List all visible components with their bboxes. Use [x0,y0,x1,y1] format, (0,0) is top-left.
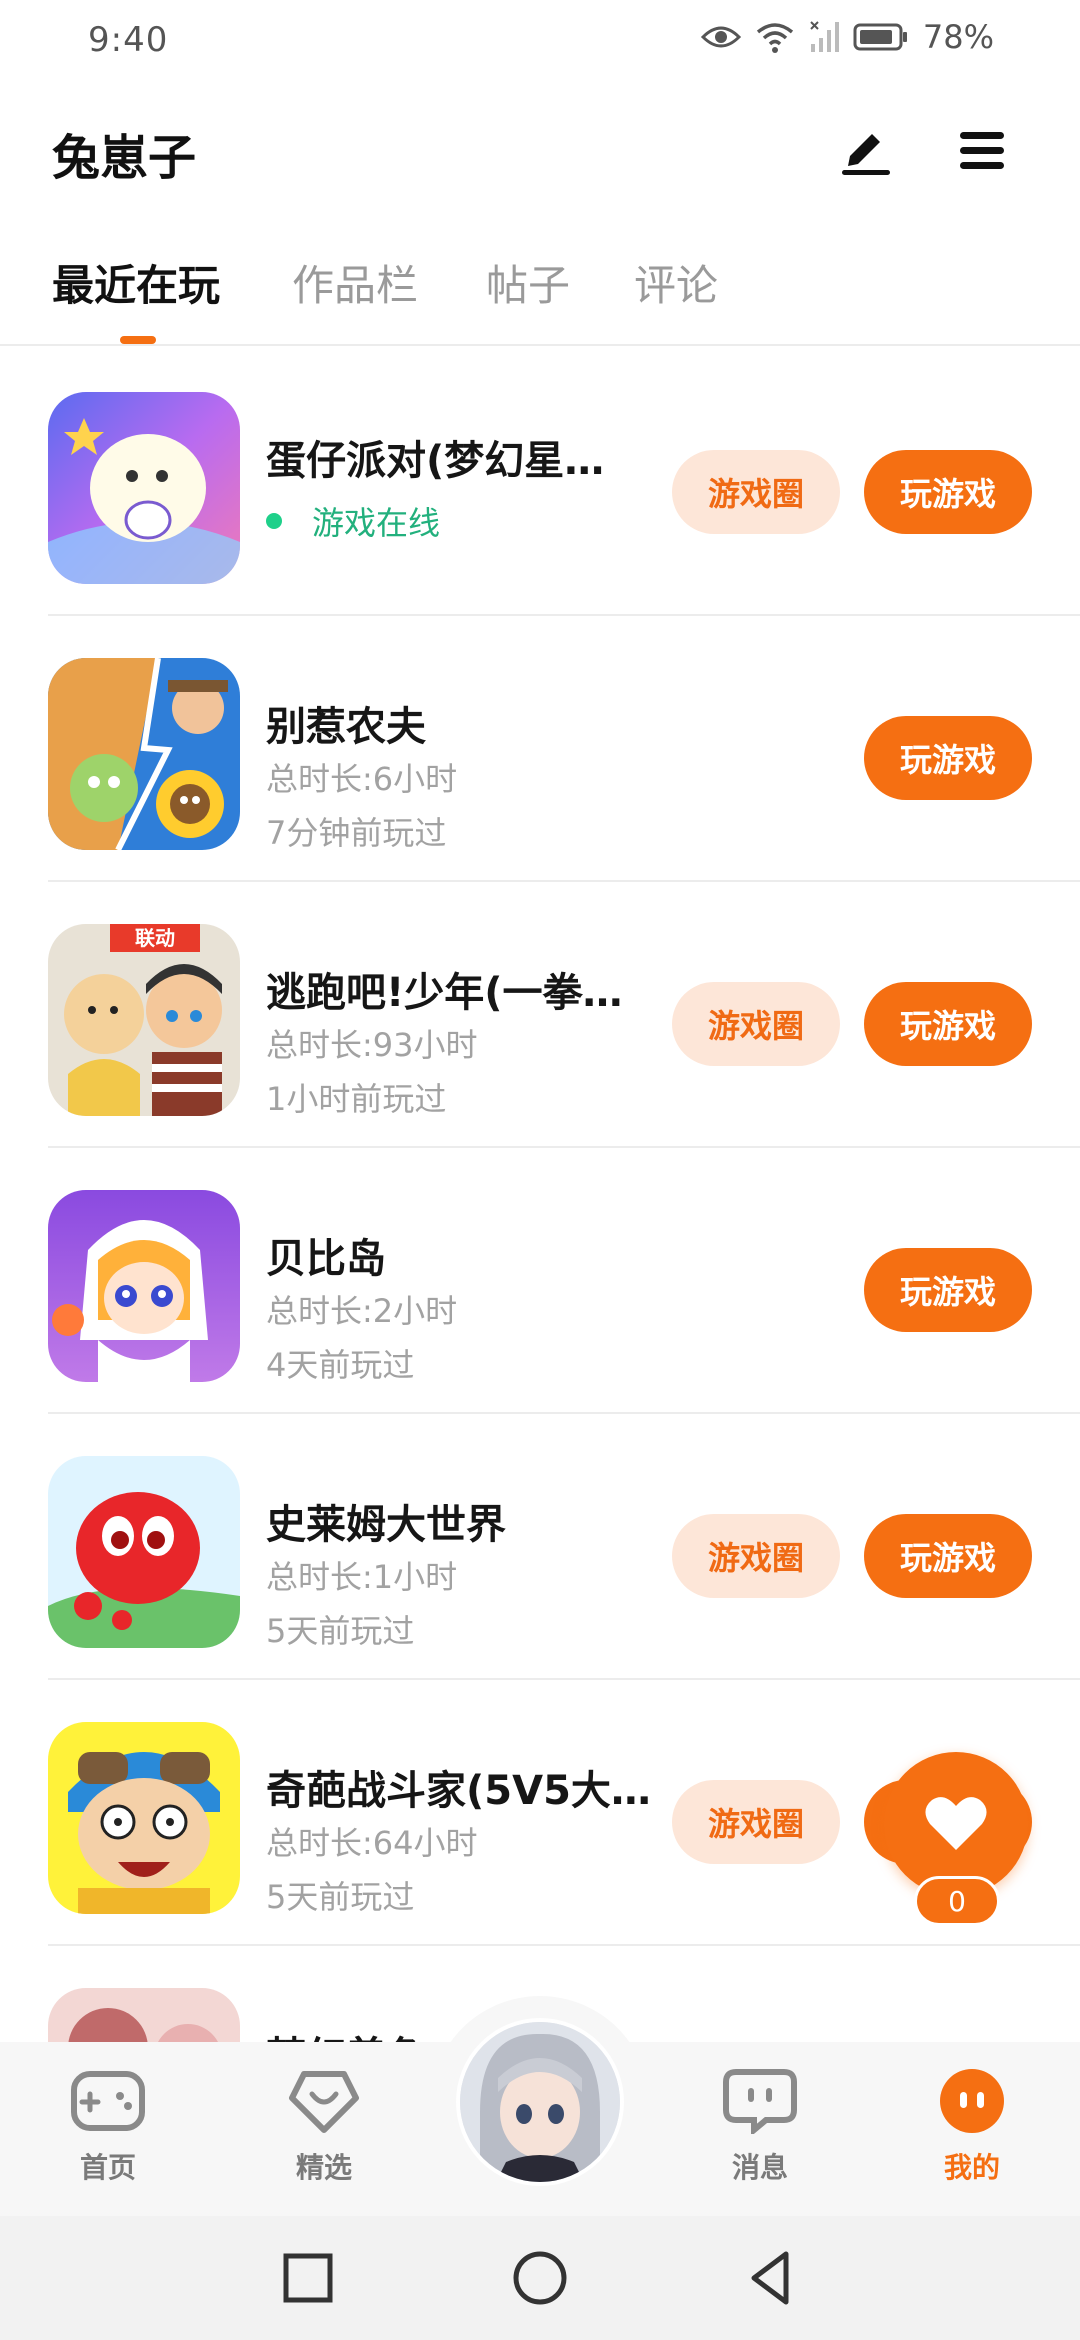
menu-icon[interactable] [952,120,1012,180]
recent-games-list: 蛋仔派对(梦幻星… 游戏在线 游戏圈 玩游戏 别惹农夫 总时长:6小时 7分钟前… [0,350,1080,2212]
eye-icon [700,26,741,48]
pen-icon[interactable] [836,118,896,178]
game-circle-button[interactable]: 游戏圈 [672,1780,840,1864]
wifi-icon [756,23,793,53]
game-icon-run-boy: 联动 [48,924,240,1116]
game-circle-button[interactable]: 游戏圈 [672,1514,840,1598]
online-status: 游戏在线 [266,498,440,544]
battery-percent: 78% [922,18,994,56]
game-icon-baby-island [48,1190,240,1382]
list-item[interactable]: 蛋仔派对(梦幻星… 游戏在线 游戏圈 玩游戏 [48,350,1080,616]
last-played: 1小时前玩过 [266,1080,447,1118]
tab-active-indicator [120,336,156,344]
like-count-badge: 0 [914,1876,1000,1926]
game-icon-slime-world [48,1456,240,1648]
page-title: 兔崽子 [52,130,197,186]
nav-home[interactable]: 首页 [38,2068,178,2186]
tab-posts[interactable]: 帖子 [486,252,570,313]
play-game-button[interactable]: 玩游戏 [864,1514,1032,1598]
last-played: 4天前玩过 [266,1346,415,1384]
game-name: 蛋仔派对(梦幻星… [266,438,605,484]
tab-recent[interactable]: 最近在玩 [52,252,220,313]
status-icons: 78% [700,18,994,56]
collab-badge-text: 联动 [135,926,175,950]
total-playtime: 总时长:1小时 [266,1558,458,1596]
nav-featured[interactable]: 精选 [254,2068,394,2186]
nav-label: 消息 [731,2151,788,2184]
game-name: 史莱姆大世界 [266,1502,506,1548]
last-played: 5天前玩过 [266,1612,415,1650]
total-playtime: 总时长:2小时 [266,1292,458,1330]
play-game-button[interactable]: 玩游戏 [864,1248,1032,1332]
heart-box-icon [289,2071,359,2133]
heart-icon [925,1797,987,1850]
last-played: 5天前玩过 [266,1878,415,1916]
nav-profile[interactable]: 我的 [902,2068,1042,2186]
game-name: 别惹农夫 [266,704,426,750]
list-item[interactable]: 史莱姆大世界 总时长:1小时 5天前玩过 游戏圈 玩游戏 [48,1414,1080,1680]
game-icon-eggy [48,392,240,584]
status-bar: 9:40 78% [0,0,1080,84]
nav-label: 首页 [79,2151,136,2184]
profile-tabs: 最近在玩 作品栏 帖子 评论 [0,240,1080,346]
total-playtime: 总时长:93小时 [266,1026,478,1064]
nav-label: 我的 [943,2151,1000,2184]
online-text: 游戏在线 [312,504,441,542]
status-time: 9:40 [88,20,169,60]
list-item[interactable]: 别惹农夫 总时长:6小时 7分钟前玩过 玩游戏 [48,616,1080,882]
game-icon-fighter [48,1722,240,1914]
total-playtime: 总时长:64小时 [266,1824,478,1862]
play-game-button[interactable]: 玩游戏 [864,716,1032,800]
game-name: 贝比岛 [266,1236,386,1282]
last-played: 7分钟前玩过 [266,814,447,852]
total-playtime: 总时长:6小时 [266,760,458,798]
list-item[interactable]: 贝比岛 总时长:2小时 4天前玩过 玩游戏 [48,1148,1080,1414]
tab-comments[interactable]: 评论 [634,252,718,313]
system-nav-bar [0,2216,1080,2340]
avatar[interactable] [456,2018,624,2186]
nav-label: 精选 [295,2151,352,2184]
game-name: 逃跑吧!少年(一拳… [266,970,623,1016]
game-icon-farmer [48,658,240,850]
game-circle-button[interactable]: 游戏圈 [672,982,840,1066]
profile-header: 兔崽子 [0,100,1080,196]
back-icon[interactable] [740,2246,804,2310]
nav-messages[interactable]: 消息 [690,2068,830,2186]
online-dot [266,513,282,529]
list-item[interactable]: 联动 逃跑吧!少年(一拳… 总时长:93小时 1小时前玩过 游戏圈 玩游戏 [48,882,1080,1148]
recent-apps-icon[interactable] [276,2246,340,2310]
signal-icon [810,21,839,52]
game-circle-button[interactable]: 游戏圈 [672,450,840,534]
home-icon[interactable] [508,2246,572,2310]
chat-icon [723,2069,797,2137]
play-game-button[interactable]: 玩游戏 [864,450,1032,534]
gamepad-icon [71,2071,145,2131]
battery-icon [853,23,907,51]
tab-works[interactable]: 作品栏 [292,252,418,313]
like-fab-button[interactable] [884,1752,1028,1896]
profile-icon [940,2069,1004,2133]
avatar-image [460,2022,620,2182]
play-game-button[interactable]: 玩游戏 [864,982,1032,1066]
game-name: 奇葩战斗家(5V5大… [266,1768,651,1814]
